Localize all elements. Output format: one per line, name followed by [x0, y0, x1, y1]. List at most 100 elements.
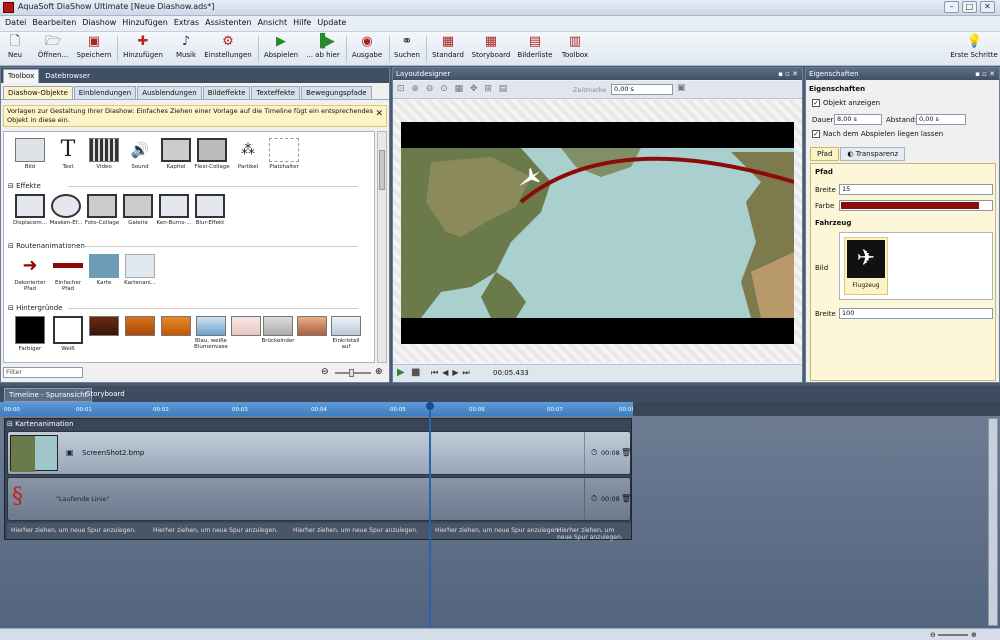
tab-datebrowser[interactable]: Datebrowser: [40, 69, 95, 83]
menu-hinzufuegen[interactable]: Hinzufügen: [119, 16, 171, 31]
storyboard-view-button[interactable]: ▦ Storyboard: [470, 34, 512, 59]
maximize-button[interactable]: □: [962, 1, 977, 13]
menu-bearbeiten[interactable]: Bearbeiten: [29, 16, 79, 31]
effect-displacement[interactable]: Displacem...: [12, 194, 48, 226]
save-frame-icon[interactable]: ▣: [677, 83, 686, 93]
object-video[interactable]: Video: [86, 138, 122, 170]
object-grid-scrollbar[interactable]: [377, 131, 387, 363]
close-button[interactable]: ✕: [980, 1, 995, 13]
fahrzeug-list[interactable]: ✈ Flugzeug: [839, 232, 993, 300]
route-einfacher-pfad[interactable]: Einfacher Pfad: [50, 254, 86, 292]
new-button[interactable]: 🗋 Neu: [4, 34, 26, 59]
effect-galerie[interactable]: Galerie: [120, 194, 156, 226]
bg-farbiger[interactable]: Farbiger: [12, 316, 48, 352]
group-header[interactable]: ⊟ Kartenanimation: [7, 420, 73, 428]
subtab-ausblendungen[interactable]: Ausblendungen: [137, 86, 202, 99]
bg-brueckelnder[interactable]: Brückelnder: [260, 316, 296, 344]
dauer-input[interactable]: 8,00 s: [834, 114, 882, 125]
objekt-anzeigen-checkbox[interactable]: ✓: [812, 99, 820, 107]
play-from-here-button[interactable]: ▐▶ ... ab hier: [304, 34, 342, 59]
timeline-zoom[interactable]: ⊖ ⊕: [930, 630, 990, 639]
route-karte[interactable]: Karte: [86, 254, 122, 286]
bg-thumb[interactable]: [294, 316, 330, 338]
object-bild[interactable]: Bild: [12, 138, 48, 170]
effect-masken[interactable]: Masken-Ef...: [48, 194, 84, 226]
playhead[interactable]: [426, 402, 434, 628]
menu-update[interactable]: Update: [314, 16, 349, 31]
settings-button[interactable]: ⚙ Einstellungen: [204, 34, 252, 59]
tab-transparenz[interactable]: ◐ Transparenz: [840, 147, 906, 161]
kartenanimation-group[interactable]: ⊟ Kartenanimation ▣ ScreenShot2.bmp ⏱ 00…: [4, 418, 632, 541]
tab-storyboard[interactable]: Storyboard: [82, 388, 129, 400]
zoom-in-icon[interactable]: ⊕: [375, 367, 383, 377]
close-hint-icon[interactable]: ✕: [375, 110, 383, 119]
zoom-slider[interactable]: [938, 633, 969, 636]
filter-input[interactable]: Filter: [3, 367, 83, 378]
subtab-texteffekte[interactable]: Texteffekte: [251, 86, 301, 99]
menu-extras[interactable]: Extras: [171, 16, 202, 31]
effect-blur[interactable]: Blur-Effekt: [192, 194, 228, 226]
track-screenshot[interactable]: ▣ ScreenShot2.bmp ⏱ 00:08 🗑: [7, 431, 631, 475]
bg-weiss[interactable]: Weiß: [50, 316, 86, 352]
section-hintergruende[interactable]: ⊟ Hintergründe: [8, 304, 355, 312]
zoom-out-icon[interactable]: ⊖: [930, 631, 936, 639]
menu-ansicht[interactable]: Ansicht: [255, 16, 291, 31]
farbe-picker[interactable]: [839, 200, 993, 211]
object-flexi-collage[interactable]: Flexi-Collage: [194, 138, 230, 170]
tab-pfad[interactable]: Pfad: [810, 147, 840, 161]
panel-controls-icon[interactable]: ▪ ▫ ✕: [778, 68, 798, 80]
menu-hilfe[interactable]: Hilfe: [290, 16, 314, 31]
objekt-anzeigen-row[interactable]: ✓ Objekt anzeigen: [812, 99, 880, 107]
zoom-slider[interactable]: [335, 369, 371, 377]
bg-einkristall[interactable]: Einkristall auf: [328, 316, 364, 350]
bg-thumb[interactable]: [86, 316, 122, 338]
route-dekorierter-pfad[interactable]: ➜ Dekorierter Pfad: [12, 254, 48, 292]
route-kartenanimation[interactable]: Kartenani...: [122, 254, 158, 286]
tab-timeline-spuransicht[interactable]: Timeline - Spuransicht: [4, 388, 93, 402]
zoom-out-icon[interactable]: ⊖: [321, 367, 329, 377]
play-button[interactable]: ▶ Abspielen: [262, 34, 300, 59]
bg-thumb[interactable]: [158, 316, 194, 338]
track-laufende-linie[interactable]: § "Laufende Linie" ⏱ 00:08 🗑: [7, 477, 631, 521]
standard-view-button[interactable]: ▦ Standard: [430, 34, 466, 59]
section-routenanimationen[interactable]: ⊟ Routenanimationen: [8, 242, 358, 250]
subtab-bewegungspfade[interactable]: Bewegungspfade: [301, 86, 372, 99]
drop-zone-row[interactable]: Hierher ziehen, um neue Spur anzulegen. …: [7, 523, 631, 541]
object-sound[interactable]: 🔊 Sound: [122, 138, 158, 170]
breite2-input[interactable]: 100: [839, 308, 993, 319]
track2-end-handle[interactable]: ⏱ 00:08 🗑: [584, 478, 631, 520]
first-steps-button[interactable]: 💡 Erste Schritte: [950, 34, 998, 59]
track1-end-handle[interactable]: ⏱ 00:08 🗑: [584, 432, 631, 474]
output-button[interactable]: ◉ Ausgabe: [350, 34, 384, 59]
nach-abspielen-checkbox[interactable]: ✓: [812, 130, 820, 138]
bg-blumenvase[interactable]: Blau, weiße Blumenvase: [192, 316, 230, 350]
image-list-button[interactable]: ▤ Bilderliste: [516, 34, 554, 59]
menu-datei[interactable]: Datei: [2, 16, 29, 31]
zeitmarke-input[interactable]: 0,00 s: [611, 84, 673, 95]
timeline-ruler[interactable]: 00:00 00:01 00:02 00:03 00:04 00:05 00:0…: [0, 402, 635, 416]
section-effekte[interactable]: ⊟ Effekte: [8, 182, 356, 190]
music-button[interactable]: ♪ Musik: [174, 34, 198, 59]
nach-abspielen-row[interactable]: ✓ Nach dem Abspielen liegen lassen: [812, 130, 943, 138]
effect-ken-burns[interactable]: Ken-Burns-...: [156, 194, 192, 226]
object-platzhalter[interactable]: Platzhalter: [266, 138, 302, 170]
layout-tool-icons[interactable]: ⊡ ⊕ ⊖ ⊙ ▦ ✥ ⊞ ▤: [397, 84, 509, 94]
fahrzeug-item-flugzeug[interactable]: ✈ Flugzeug: [844, 237, 888, 295]
bg-thumb[interactable]: [122, 316, 158, 338]
zoom-in-icon[interactable]: ⊕: [971, 631, 977, 639]
effect-foto-collage[interactable]: Foto-Collage: [84, 194, 120, 226]
object-kapitel[interactable]: Kapitel: [158, 138, 194, 170]
play-icon[interactable]: ▶: [397, 367, 405, 378]
menu-assistenten[interactable]: Assistenten: [202, 16, 254, 31]
toolbox-view-button[interactable]: ▥ Toolbox: [558, 34, 592, 59]
preview-frame[interactable]: [401, 122, 795, 344]
abstand-input[interactable]: 0,00 s: [916, 114, 966, 125]
stop-icon[interactable]: ■: [411, 367, 420, 378]
bg-thumb[interactable]: [228, 316, 264, 338]
subtab-einblendungen[interactable]: Einblendungen: [73, 86, 137, 99]
trash-icon[interactable]: 🗑: [621, 494, 631, 503]
tab-toolbox[interactable]: Toolbox: [3, 69, 40, 83]
add-button[interactable]: ✚ Hinzufügen: [122, 34, 164, 59]
panel-controls-icon[interactable]: ▪ ▫ ✕: [975, 68, 995, 80]
transport-icons[interactable]: ⏮◀▶⏭: [431, 368, 474, 378]
